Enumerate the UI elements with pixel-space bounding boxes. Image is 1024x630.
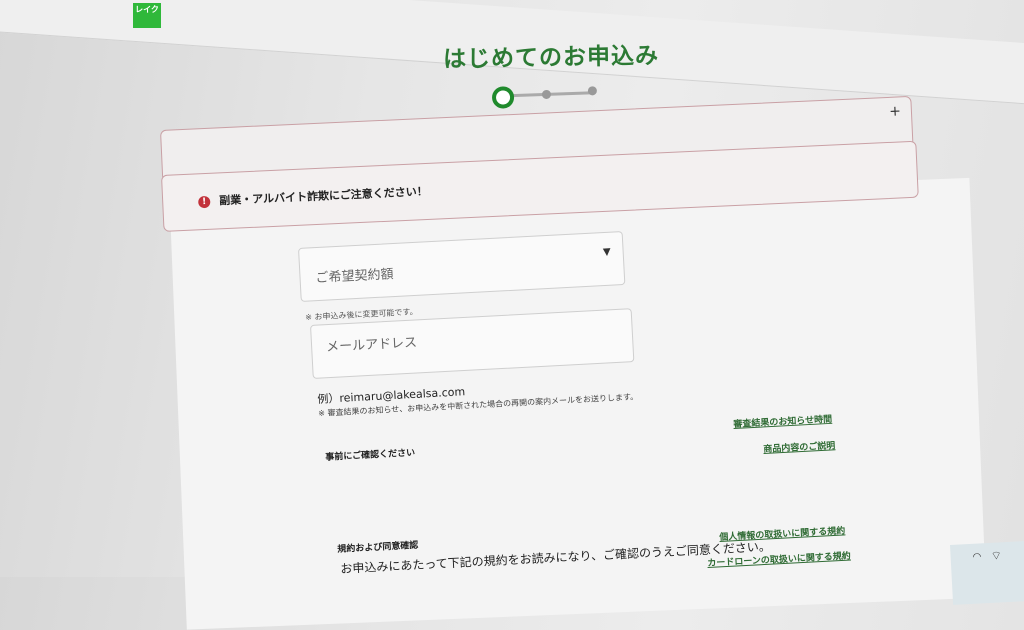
browser-page: レイク はじめてのお申込み + ! 副業・アルバイト詐欺にご注意ください！ ご希… xyxy=(0,0,1024,630)
step-2-indicator xyxy=(541,89,552,100)
lake-logo[interactable]: レイク xyxy=(133,3,161,28)
contract-amount-label: ご希望契約額 xyxy=(315,267,394,287)
wifi-icon[interactable]: ⌔ xyxy=(990,548,1002,564)
email-input[interactable] xyxy=(323,323,619,357)
expand-icon[interactable]: + xyxy=(889,103,901,120)
progress-stepper xyxy=(490,78,601,112)
page-title: はじめてのお申込み xyxy=(442,43,660,73)
step-1-indicator xyxy=(491,86,515,109)
chevron-down-icon: ▼ xyxy=(602,246,611,259)
step-3-indicator xyxy=(587,86,598,96)
notification-icon[interactable]: ◠ xyxy=(972,551,981,562)
warning-icon: ! xyxy=(198,195,211,209)
alert-text: 副業・アルバイト詐欺にご注意ください！ xyxy=(218,184,428,208)
os-taskbar: ◠ ⌔ xyxy=(950,534,1024,605)
